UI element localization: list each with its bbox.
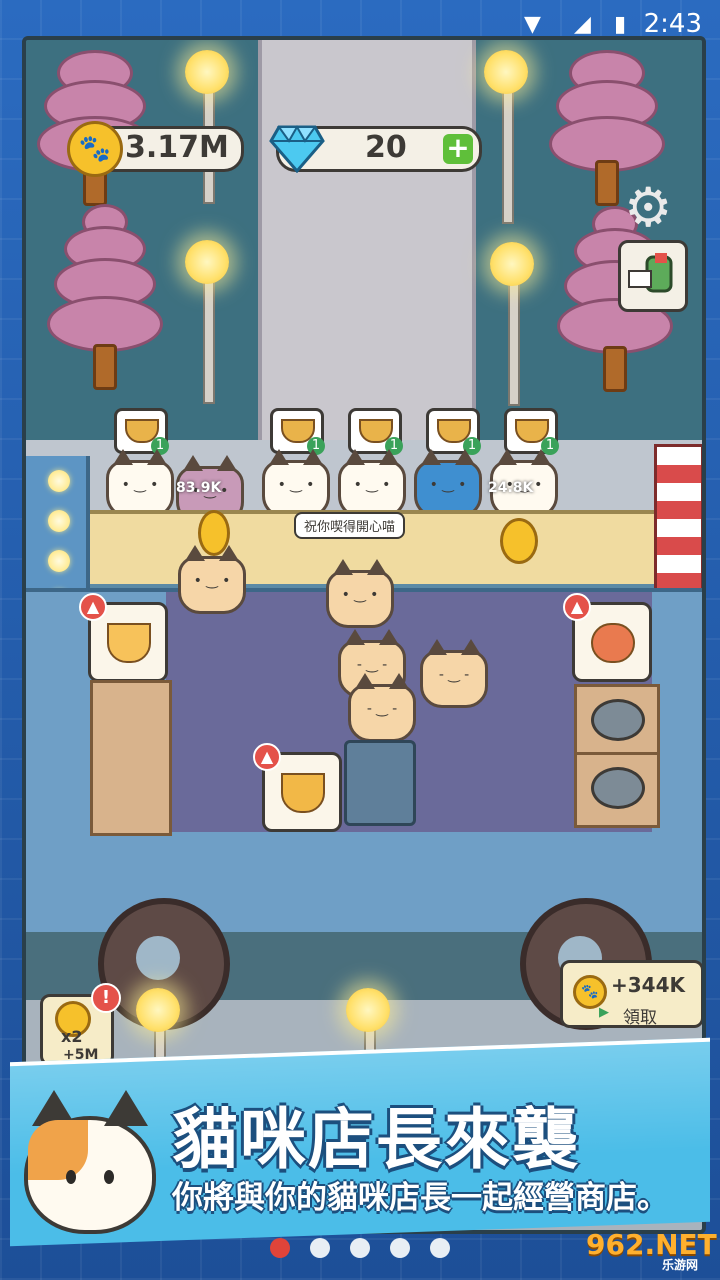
promo-title: 貓咪店長來襲 bbox=[172, 1101, 580, 1178]
street-lamp bbox=[185, 240, 229, 404]
order-bubble: 1 bbox=[504, 408, 559, 455]
page-dot[interactable] bbox=[350, 1238, 370, 1258]
road bbox=[258, 40, 476, 440]
order-bubble: 1 bbox=[348, 408, 403, 455]
chef-cat[interactable]: • ‿ • bbox=[326, 559, 394, 628]
add-gems-button[interactable]: + bbox=[443, 134, 473, 164]
battery-icon: ▮ bbox=[614, 12, 627, 37]
double-coins-button[interactable]: x2 +5M ! bbox=[40, 983, 121, 1066]
customer-money: 24.8K bbox=[488, 480, 534, 496]
page-dot[interactable] bbox=[390, 1238, 410, 1258]
settings-gear-icon[interactable]: ⚙ bbox=[624, 176, 672, 239]
paw-coin-icon: 🐾 bbox=[573, 975, 607, 1009]
video-icon: ▶ bbox=[599, 1005, 609, 1020]
cooking-pot bbox=[574, 752, 660, 828]
customer-money: 83.9K bbox=[176, 480, 222, 496]
clock: 2:43 bbox=[643, 9, 702, 39]
cat-speech-bubble: 祝你喫得開心喵 bbox=[294, 512, 406, 539]
coin-counter[interactable]: 🐾 3.17M bbox=[67, 121, 244, 177]
gold-coin-icon[interactable] bbox=[500, 518, 538, 564]
street-lamp bbox=[490, 242, 534, 406]
cup-icon bbox=[107, 623, 151, 663]
sleeping-chef-cat[interactable]: - ‿ - bbox=[348, 673, 416, 742]
cooking-pot bbox=[574, 684, 660, 760]
noodle-bowl-icon bbox=[281, 773, 325, 813]
page-indicator bbox=[270, 1238, 460, 1262]
signal-icon: ◢ bbox=[574, 12, 591, 37]
street-lamp bbox=[484, 50, 528, 224]
upgrade-arrow-icon[interactable]: ▲ bbox=[79, 593, 107, 621]
wifi-icon: ▼ bbox=[524, 12, 541, 37]
drink-machine bbox=[90, 680, 172, 836]
paw-coin-icon: 🐾 bbox=[67, 121, 123, 177]
coin-amount: 3.17M bbox=[125, 130, 229, 165]
upgrade-arrow-icon[interactable]: ▲ bbox=[253, 743, 281, 771]
sausage-icon bbox=[591, 623, 635, 663]
site-watermark: 962.NET 乐游网 bbox=[586, 1228, 717, 1272]
promo-subtitle: 你將與你的貓咪店長一起經營商店。 bbox=[172, 1180, 668, 1216]
page-dot-active[interactable] bbox=[270, 1238, 290, 1258]
cat-mascot-icon bbox=[24, 1090, 156, 1234]
tree-icon bbox=[47, 204, 163, 404]
order-bubble: 1 bbox=[114, 408, 169, 455]
gem-counter[interactable]: 20 + bbox=[269, 124, 482, 173]
mailbox-icon[interactable] bbox=[618, 240, 688, 312]
sink bbox=[344, 740, 416, 826]
drink-station[interactable]: ▲ bbox=[79, 593, 168, 682]
gem-amount: 20 bbox=[365, 130, 407, 165]
waiter-cat[interactable]: • ‿ • bbox=[178, 545, 246, 614]
page-dot[interactable] bbox=[310, 1238, 330, 1258]
noodle-station[interactable]: ▲ bbox=[253, 743, 342, 832]
sausage-station[interactable]: ▲ bbox=[563, 593, 652, 682]
order-bubble: 1 bbox=[426, 408, 481, 455]
upgrade-arrow-icon[interactable]: ▲ bbox=[563, 593, 591, 621]
diamond-icon bbox=[269, 124, 325, 173]
collect-offline-earnings-button[interactable]: 🐾 +344K ▶ 領取 bbox=[560, 960, 702, 1028]
alert-badge: ! bbox=[91, 983, 121, 1013]
order-bubble: 1 bbox=[270, 408, 325, 455]
page-dot[interactable] bbox=[430, 1238, 450, 1258]
sleeping-chef-cat[interactable]: - ‿ - bbox=[420, 639, 488, 708]
